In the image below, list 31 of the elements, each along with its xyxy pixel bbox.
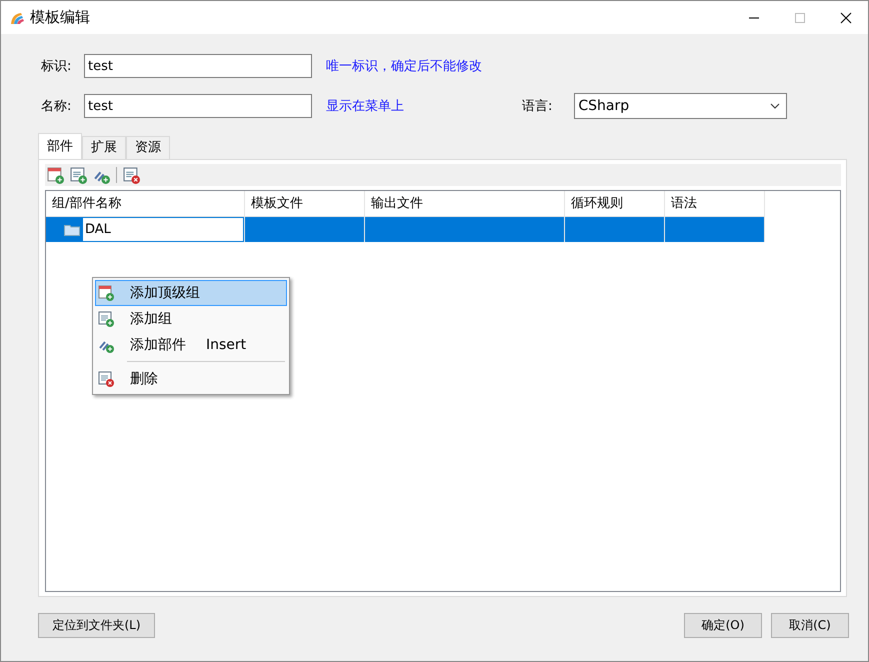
tab[interactable]: 资源: [126, 136, 170, 159]
list-delete-icon: [98, 371, 114, 387]
window-title: 模板编辑: [30, 8, 90, 27]
language-dropdown[interactable]: CSharp: [574, 93, 788, 119]
chevron-down-icon: [770, 103, 780, 109]
tab[interactable]: 部件: [38, 133, 82, 159]
menu-item[interactable]: 添加顶级组: [95, 280, 287, 306]
field-label: 标识:: [40, 58, 72, 75]
table-add-icon[interactable]: [47, 166, 64, 184]
tab[interactable]: 扩展: [82, 136, 126, 159]
close-icon[interactable]: [840, 12, 852, 24]
folder-icon: [64, 224, 80, 236]
table-cell[interactable]: DAL: [46, 217, 245, 242]
list-add-icon[interactable]: [70, 166, 87, 184]
list-delete-icon[interactable]: [123, 166, 140, 184]
menu-item[interactable]: 删除: [95, 366, 287, 392]
dialog-button[interactable]: 确定(O): [684, 613, 762, 638]
hint-text: 显示在菜单上: [326, 98, 405, 115]
hint-text: 唯一标识，确定后不能修改: [326, 58, 483, 75]
name-edit-field[interactable]: DAL: [83, 218, 243, 241]
dialog-button[interactable]: 取消(C): [771, 613, 849, 638]
input-field[interactable]: test: [84, 94, 312, 118]
menu-item[interactable]: 添加组: [95, 306, 287, 332]
field-label: 语言:: [522, 98, 552, 115]
list-add-icon: [98, 311, 114, 327]
input-field[interactable]: test: [84, 54, 312, 78]
shortcut-text: Insert: [206, 337, 246, 353]
field-label: 名称:: [40, 98, 72, 115]
locate-folder-button[interactable]: 定位到文件夹(L): [38, 613, 155, 638]
table-add-icon: [98, 285, 114, 301]
menu-item[interactable]: 添加部件 Insert: [95, 332, 287, 358]
